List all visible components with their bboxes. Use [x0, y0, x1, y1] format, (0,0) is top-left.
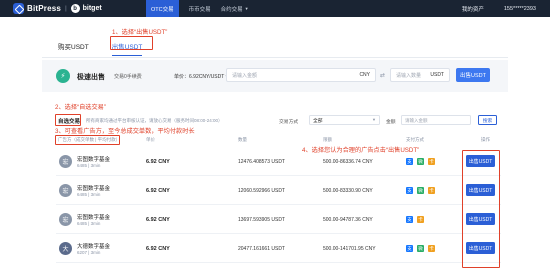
nav-otc[interactable]: OTC交易 — [146, 0, 179, 17]
order-limit: 500.00-83330.90 CNY — [323, 188, 373, 194]
avatar[interactable]: 宏 — [59, 184, 72, 197]
available-qty: 13697.593905 USDT — [238, 217, 285, 223]
price-value: 6.92CNY/USDT — [189, 74, 225, 80]
available-qty: 12476.408573 USDT — [238, 159, 285, 165]
avatar[interactable]: 宏 — [59, 155, 72, 168]
payment-methods: 支微卡 — [406, 158, 435, 165]
highlight-box-custom-trade — [55, 114, 81, 126]
merchant-note: 所有商家均通过平台审核认证，请放心交易（服务时间08:00-24:00） — [86, 118, 223, 123]
alipay-icon: 支 — [406, 245, 413, 252]
swap-icon[interactable]: ⇄ — [380, 72, 385, 79]
bank-card-icon: 卡 — [428, 158, 435, 165]
brand-separator: | — [65, 5, 67, 12]
available-qty: 20477.161661 USDT — [238, 246, 285, 252]
unit-price: 6.92 CNY — [146, 246, 170, 252]
bank-card-icon: 卡 — [428, 187, 435, 194]
chevron-down-icon: ▼ — [244, 6, 249, 11]
quick-amount-input[interactable]: 请输入金额 CNY — [226, 68, 376, 82]
merchant-name[interactable]: 宏图数字基金 — [77, 213, 110, 221]
payment-method-value: 全部 — [313, 119, 323, 124]
table-row: 宏宏图数字基金 6485 | 3min 6.92 CNY 12060.592966 U… — [56, 177, 501, 205]
payment-methods: 支卡 — [406, 216, 424, 223]
top-navbar: BitPress | b bitget OTC交易 币币交易 合约交易 ▼ 我的… — [0, 0, 550, 17]
available-qty: 12060.592966 USDT — [238, 188, 285, 194]
user-account[interactable]: 155*****2393 — [504, 6, 536, 12]
highlight-box-sell-buttons — [462, 150, 500, 268]
quick-sell-title: 极速出售 — [77, 74, 105, 81]
order-limit: 500.00-141701.95 CNY — [323, 246, 376, 252]
annotation-step2: 2、选择“自选交易” — [55, 104, 106, 111]
quick-sell-price: 单价：6.92CNY/USDT ▾ — [174, 73, 228, 80]
brand-name: BitPress — [27, 4, 62, 13]
wechat-pay-icon: 微 — [417, 187, 424, 194]
my-assets-link[interactable]: 我的资产 — [462, 5, 484, 13]
brand[interactable]: BitPress | b bitget — [13, 3, 102, 14]
qty-placeholder: 请输入数量 — [396, 72, 422, 79]
annotation-step3: 3、可查看广告方，至今总成交单数，平均付款时长 — [55, 128, 195, 135]
bank-card-icon: 卡 — [417, 216, 424, 223]
table-row: 大大德数字基金 6207 | 3min 6.92 CNY 20477.161661 U… — [56, 235, 501, 263]
wechat-pay-icon: 微 — [417, 245, 424, 252]
quick-sell-subtitle: 交易0手续费 — [114, 74, 142, 80]
chevron-down-icon: ▼ — [372, 117, 376, 122]
highlight-box-sell-tab — [110, 36, 153, 50]
order-limit: 500.00-86336.74 CNY — [323, 159, 373, 165]
quick-sell-panel: ⚡ 极速出售 交易0手续费 单价：6.92CNY/USDT ▾ 请输入金额 CN… — [42, 60, 508, 92]
header-qty: 数量 — [238, 137, 247, 142]
price-label: 单价： — [174, 74, 190, 80]
quick-qty-input[interactable]: 请输入数量 USDT — [390, 68, 450, 82]
bank-card-icon: 卡 — [428, 245, 435, 252]
merchant-stats: 6485 | 3min — [77, 192, 101, 197]
table-row: 宏宏图数字基金 6485 | 3min 6.92 CNY 12476.408573 U… — [56, 148, 501, 176]
highlight-box-advertiser-header — [55, 135, 120, 145]
unit-price: 6.92 CNY — [146, 217, 170, 223]
avatar[interactable]: 宏 — [59, 213, 72, 226]
amount-filter-input[interactable]: 请输入金额 — [401, 115, 471, 125]
unit-price: 6.92 CNY — [146, 159, 170, 165]
wechat-pay-icon: 微 — [417, 158, 424, 165]
header-limit: 限额 — [323, 137, 332, 142]
header-action: 操作 — [481, 137, 490, 142]
payment-methods: 支微卡 — [406, 187, 435, 194]
nav-links: OTC交易 币币交易 合约交易 ▼ — [146, 0, 249, 17]
merchant-stats: 6485 | 3min — [77, 221, 101, 226]
avatar[interactable]: 大 — [59, 242, 72, 255]
merchant-stats: 6485 | 3min — [77, 163, 101, 168]
header-payment: 支付方式 — [406, 137, 424, 142]
nav-right: 我的资产 155*****2393 — [462, 0, 536, 17]
table-header: 广告方（成交单数 | 平均付款） 单价 数量 限额 支付方式 操作 — [56, 137, 501, 145]
merchant-stats: 6207 | 3min — [77, 250, 101, 255]
header-price: 单价 — [146, 137, 155, 142]
table-row: 宏宏图数字基金 6485 | 3min 6.92 CNY 13697.593905 U… — [56, 206, 501, 234]
amount-placeholder: 请输入金额 — [232, 72, 258, 79]
alipay-icon: 支 — [406, 216, 413, 223]
nav-contract[interactable]: 合约交易 ▼ — [221, 0, 249, 17]
amount-unit: CNY — [359, 72, 370, 78]
unit-price: 6.92 CNY — [146, 188, 170, 194]
alipay-icon: 支 — [406, 187, 413, 194]
annotation-step1: 1、选择“出售USDT” — [112, 29, 168, 36]
nav-contract-label: 合约交易 — [220, 6, 243, 13]
search-button[interactable]: 搜索 — [478, 115, 497, 125]
nav-spot[interactable]: 币币交易 — [189, 0, 211, 17]
bitget-logo-icon: b — [70, 4, 80, 13]
quick-sell-button[interactable]: 出售USDT — [456, 68, 490, 82]
tab-buy-usdt[interactable]: 购买USDT — [58, 41, 89, 51]
order-limit: 500.00-94787.36 CNY — [323, 217, 373, 223]
lightning-icon: ⚡ — [56, 69, 70, 83]
merchant-name[interactable]: 宏图数字基金 — [77, 155, 110, 163]
alipay-icon: 支 — [406, 158, 413, 165]
payment-methods: 支微卡 — [406, 245, 435, 252]
merchant-name[interactable]: 大德数字基金 — [77, 242, 110, 250]
divider — [42, 57, 508, 58]
bitpress-logo-icon — [13, 3, 24, 14]
merchant-name[interactable]: 宏图数字基金 — [77, 184, 110, 192]
partner-name: bitget — [82, 5, 102, 12]
qty-unit: USDT — [430, 72, 444, 78]
amount-label: 金额 — [386, 120, 396, 125]
payment-method-label: 交易方式 — [279, 120, 299, 125]
payment-method-select[interactable]: 全部 ▼ — [309, 115, 380, 125]
